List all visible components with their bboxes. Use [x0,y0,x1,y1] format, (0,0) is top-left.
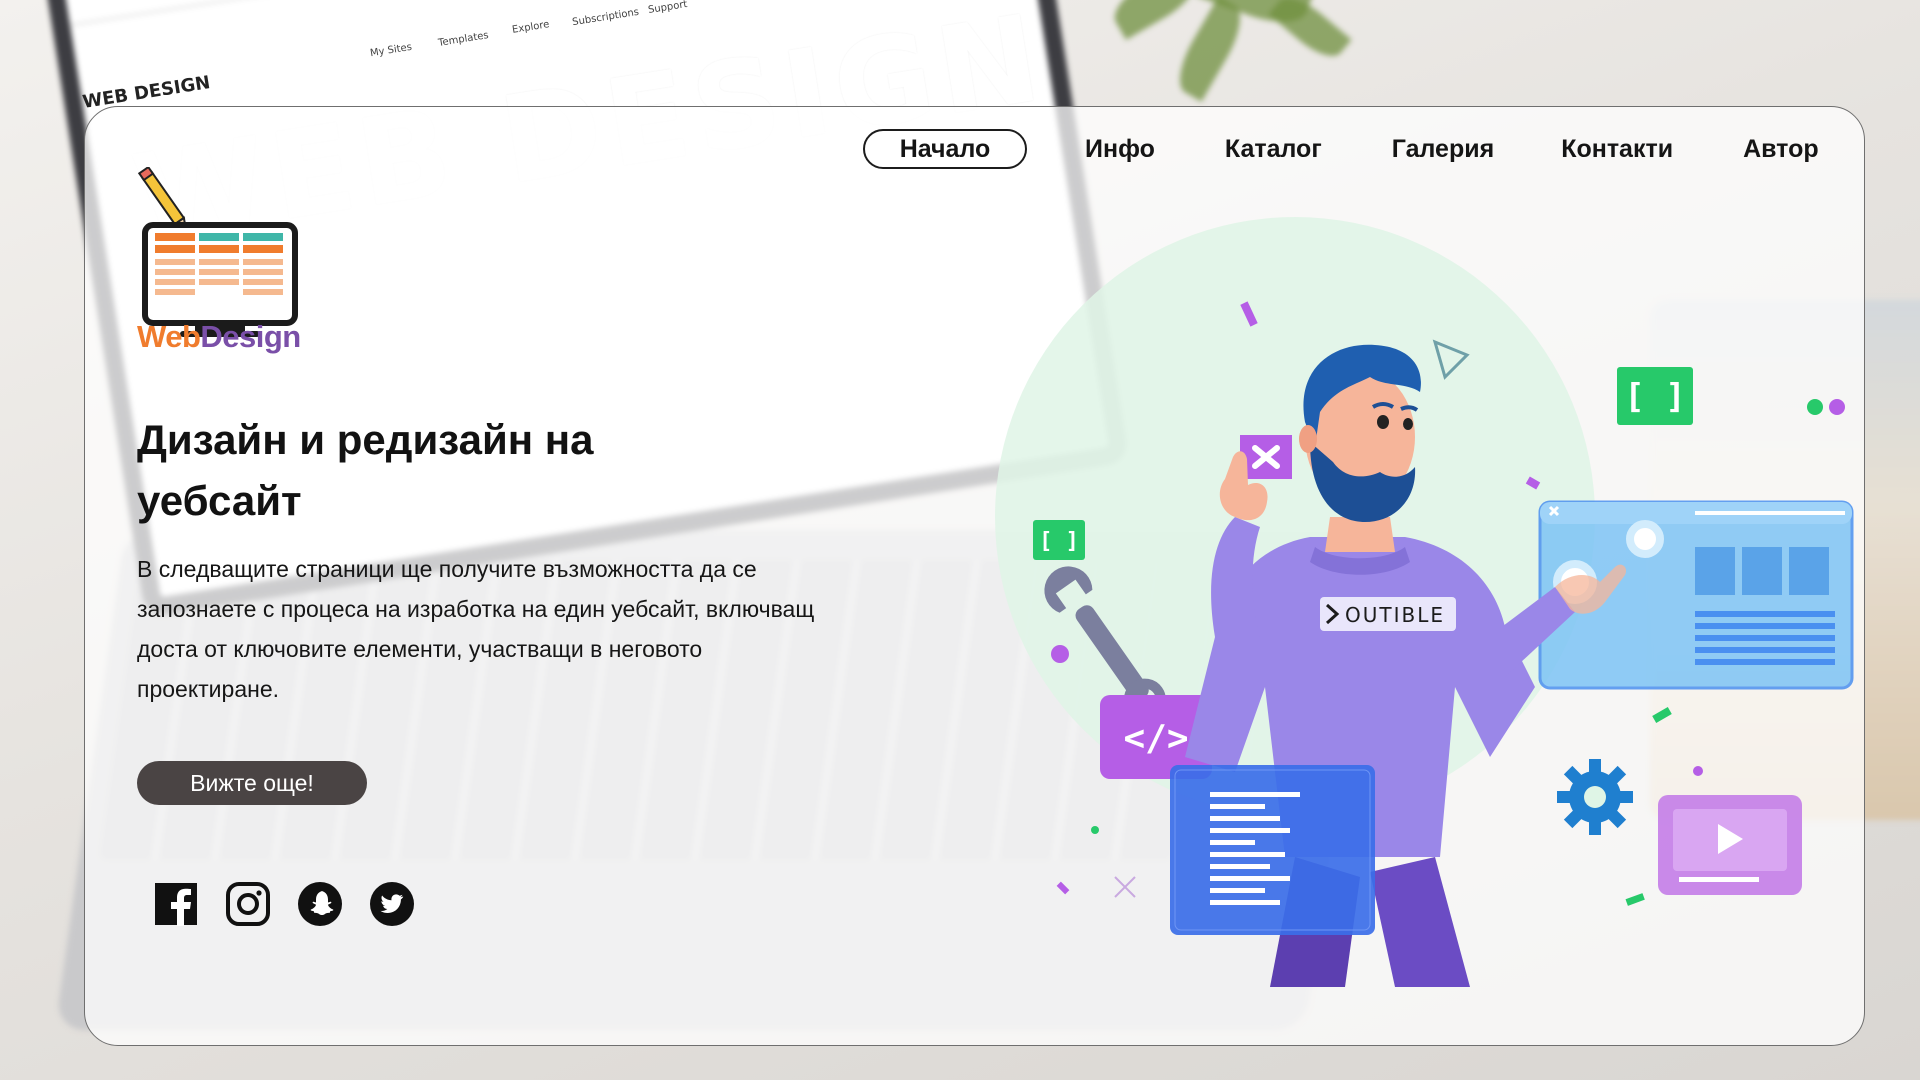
shirt-brand-text: OUTIBLE [1345,603,1445,627]
nav-item-contacts[interactable]: Контакти [1561,135,1673,164]
logo-word-web: Web [137,319,201,354]
logo-wordmark: WebDesign [137,319,301,355]
page-title: Дизайн и редизайн на уебсайт [137,409,697,531]
snapchat-link[interactable] [297,881,343,927]
nav-item-author[interactable]: Автор [1743,135,1819,164]
developer-illustration: [ ] [ ] </> OUTIBLE [995,217,1854,987]
main-nav: Начало Инфо Каталог Галерия Контакти Авт… [863,129,1819,169]
instagram-link[interactable] [225,881,271,927]
hero-card: Начало Инфо Каталог Галерия Контакти Авт… [84,106,1865,1046]
nav-item-catalog[interactable]: Каталог [1225,135,1322,164]
see-more-button[interactable]: Вижте още! [137,761,367,805]
nav-item-home[interactable]: Начало [863,129,1027,169]
twitter-link[interactable] [369,881,415,927]
twitter-icon [370,882,414,926]
plant-leaf [1168,0,1252,102]
hero-description: В следващите страници ще получите възмож… [137,556,815,702]
nav-item-gallery[interactable]: Галерия [1392,135,1494,164]
plant-leaf [1106,0,1204,40]
facebook-link[interactable] [153,881,199,927]
small-bracket-text: [ ] [1039,529,1079,554]
bracket-badge-text: [ ] [1624,377,1685,417]
nav-item-info[interactable]: Инфо [1085,135,1155,164]
page-title-line-2: уебсайт [137,477,302,524]
page-title-line-1: Дизайн и редизайн на [137,416,594,463]
social-links [153,881,415,927]
logo-word-design: Design [200,319,301,354]
plant-leaf [1268,0,1352,66]
code-tag-text: </> [1123,718,1188,759]
facebook-icon [155,883,197,926]
instagram-icon [226,882,270,926]
snapchat-icon [298,882,342,926]
